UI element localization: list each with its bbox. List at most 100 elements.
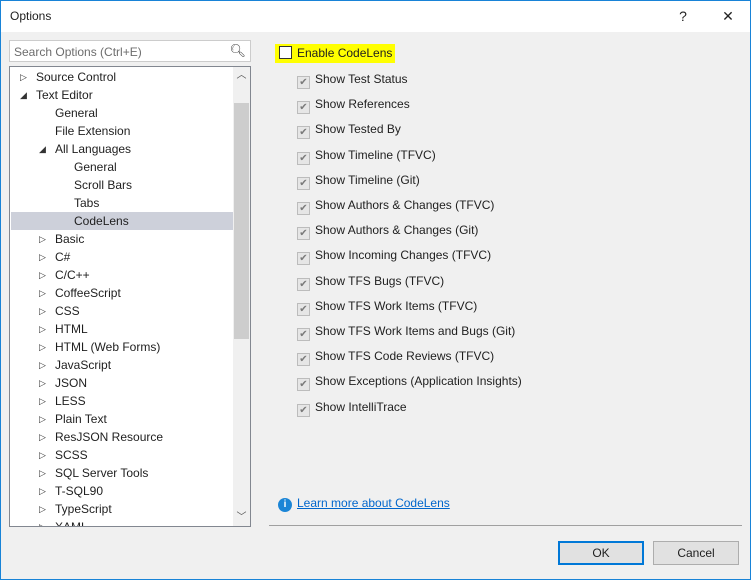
codelens-option-checkbox[interactable]: ✔ Show Authors & Changes (TFVC) bbox=[297, 197, 494, 215]
scroll-up-icon[interactable]: ︿ bbox=[233, 67, 250, 84]
tree-item[interactable]: General bbox=[11, 158, 233, 176]
tree-item[interactable]: ▷ SQL Server Tools bbox=[11, 464, 233, 482]
expanded-arrow-icon[interactable]: ◢ bbox=[39, 140, 46, 158]
checkmark-icon[interactable]: ✔ bbox=[297, 277, 310, 291]
tree-item[interactable]: File Extension bbox=[11, 122, 233, 140]
search-placeholder: Search Options (Ctrl+E) bbox=[14, 45, 142, 59]
codelens-option-checkbox[interactable]: ✔ Show Timeline (TFVC) bbox=[297, 147, 436, 165]
tree-item[interactable]: Scroll Bars bbox=[11, 176, 233, 194]
collapsed-arrow-icon[interactable]: ▷ bbox=[39, 482, 46, 500]
search-icon[interactable]: 🔍︎ bbox=[229, 43, 246, 59]
expanded-arrow-icon[interactable]: ◢ bbox=[20, 86, 27, 104]
codelens-option-checkbox[interactable]: ✔ Show Tested By bbox=[297, 121, 401, 140]
codelens-option-checkbox[interactable]: ✔ Show IntelliTrace bbox=[297, 399, 407, 417]
tree-scrollbar[interactable]: ︿ ﹀ bbox=[233, 67, 250, 526]
tree-item[interactable]: ▷ TypeScript bbox=[11, 500, 233, 518]
tree-item[interactable]: ▷ HTML (Web Forms) bbox=[11, 338, 233, 356]
collapsed-arrow-icon[interactable]: ▷ bbox=[39, 230, 46, 248]
tree-item[interactable]: General bbox=[11, 104, 233, 122]
checkmark-icon[interactable]: ✔ bbox=[297, 302, 310, 316]
collapsed-arrow-icon[interactable]: ▷ bbox=[39, 500, 46, 518]
checkbox-unchecked-icon[interactable] bbox=[279, 46, 292, 59]
tree-item[interactable]: ◢ All Languages bbox=[11, 140, 233, 158]
tree-item[interactable]: ▷ CoffeeScript bbox=[11, 284, 233, 302]
option-label: Show Tested By bbox=[315, 122, 401, 137]
tree-item-label: Scroll Bars bbox=[74, 178, 133, 192]
help-button[interactable]: ? bbox=[671, 5, 695, 27]
tree-item[interactable]: CodeLens bbox=[11, 212, 233, 230]
checkmark-icon[interactable]: ✔ bbox=[297, 328, 310, 341]
collapsed-arrow-icon[interactable]: ▷ bbox=[39, 410, 46, 428]
codelens-option-checkbox[interactable]: ✔ Show Incoming Changes (TFVC) bbox=[297, 247, 491, 266]
codelens-option-checkbox[interactable]: ✔ Show TFS Work Items and Bugs (Git) bbox=[297, 323, 515, 341]
tree-item-label: All Languages bbox=[55, 142, 132, 156]
checkmark-icon[interactable]: ✔ bbox=[297, 353, 310, 367]
tree-item[interactable]: ▷ CSS bbox=[11, 302, 233, 320]
collapsed-arrow-icon[interactable]: ▷ bbox=[39, 518, 46, 526]
tree-item-label: LESS bbox=[55, 394, 86, 408]
collapsed-arrow-icon[interactable]: ▷ bbox=[39, 248, 46, 266]
tree-item[interactable]: ▷ LESS bbox=[11, 392, 233, 410]
collapsed-arrow-icon[interactable]: ▷ bbox=[39, 374, 46, 392]
tree-item[interactable]: ▷ T-SQL90 bbox=[11, 482, 233, 500]
checkmark-icon[interactable]: ✔ bbox=[297, 378, 310, 392]
collapsed-arrow-icon[interactable]: ▷ bbox=[39, 284, 46, 302]
option-label: Show Timeline (TFVC) bbox=[315, 147, 436, 162]
checkmark-icon[interactable]: ✔ bbox=[297, 101, 310, 115]
collapsed-arrow-icon[interactable]: ▷ bbox=[39, 356, 46, 374]
collapsed-arrow-icon[interactable]: ▷ bbox=[39, 392, 46, 410]
option-label: Show Exceptions (Application Insights) bbox=[315, 374, 522, 389]
option-label: Show TFS Bugs (TFVC) bbox=[315, 273, 445, 288]
tree-item-label: ResJSON Resource bbox=[55, 430, 164, 444]
checkmark-icon[interactable]: ✔ bbox=[297, 202, 310, 215]
collapsed-arrow-icon[interactable]: ▷ bbox=[39, 302, 46, 320]
tree-item-label: General bbox=[55, 106, 98, 120]
tree-item[interactable]: ▷ C/C++ bbox=[11, 266, 233, 284]
tree-item[interactable]: ◢ Text Editor bbox=[11, 86, 233, 104]
checkmark-icon[interactable]: ✔ bbox=[297, 227, 310, 241]
tree-item[interactable]: ▷ C# bbox=[11, 248, 233, 266]
tree-item[interactable]: Tabs bbox=[11, 194, 233, 212]
ok-button[interactable]: OK bbox=[558, 541, 644, 565]
search-input[interactable]: Search Options (Ctrl+E) 🔍︎ bbox=[9, 40, 251, 62]
collapsed-arrow-icon[interactable]: ▷ bbox=[39, 266, 46, 284]
tree-item[interactable]: ▷ ResJSON Resource bbox=[11, 428, 233, 446]
collapsed-arrow-icon[interactable]: ▷ bbox=[39, 428, 46, 446]
codelens-option-checkbox[interactable]: ✔ Show TFS Code Reviews (TFVC) bbox=[297, 348, 494, 367]
scrollbar-thumb[interactable] bbox=[234, 103, 249, 339]
tree-item[interactable]: ▷ Source Control bbox=[11, 68, 233, 86]
checkmark-icon[interactable]: ✔ bbox=[297, 76, 310, 89]
cancel-button[interactable]: Cancel bbox=[653, 541, 739, 565]
tree-item[interactable]: ▷ HTML bbox=[11, 320, 233, 338]
collapsed-arrow-icon[interactable]: ▷ bbox=[39, 338, 46, 356]
enable-codelens-label: Enable CodeLens bbox=[297, 46, 393, 60]
tree-item-label: Plain Text bbox=[55, 412, 107, 426]
codelens-option-checkbox[interactable]: ✔ Show Authors & Changes (Git) bbox=[297, 222, 478, 241]
checkmark-icon[interactable]: ✔ bbox=[297, 252, 310, 266]
codelens-option-checkbox[interactable]: ✔ Show References bbox=[297, 96, 410, 115]
tree-item[interactable]: ▷ Basic bbox=[11, 230, 233, 248]
checkmark-icon[interactable]: ✔ bbox=[297, 151, 310, 165]
tree-item[interactable]: ▷ XAML bbox=[11, 518, 233, 526]
collapsed-arrow-icon[interactable]: ▷ bbox=[20, 68, 27, 86]
tree-item[interactable]: ▷ JavaScript bbox=[11, 356, 233, 374]
checkmark-icon[interactable]: ✔ bbox=[297, 126, 310, 140]
tree-item[interactable]: ▷ SCSS bbox=[11, 446, 233, 464]
codelens-option-checkbox[interactable]: ✔ Show Test Status bbox=[297, 71, 408, 89]
tree-item[interactable]: ▷ JSON bbox=[11, 374, 233, 392]
collapsed-arrow-icon[interactable]: ▷ bbox=[39, 320, 46, 338]
collapsed-arrow-icon[interactable]: ▷ bbox=[39, 446, 46, 464]
tree-item[interactable]: ▷ Plain Text bbox=[11, 410, 233, 428]
enable-codelens-checkbox[interactable]: Enable CodeLens bbox=[275, 44, 396, 63]
codelens-option-checkbox[interactable]: ✔ Show TFS Work Items (TFVC) bbox=[297, 298, 477, 316]
checkmark-icon[interactable]: ✔ bbox=[297, 176, 310, 190]
codelens-option-checkbox[interactable]: ✔ Show Exceptions (Application Insights) bbox=[297, 373, 522, 392]
learn-more-link[interactable]: Learn more about CodeLens bbox=[297, 496, 450, 510]
codelens-option-checkbox[interactable]: ✔ Show TFS Bugs (TFVC) bbox=[297, 273, 444, 291]
tree-item-label: JSON bbox=[55, 376, 88, 390]
collapsed-arrow-icon[interactable]: ▷ bbox=[39, 464, 46, 482]
scroll-down-icon[interactable]: ﹀ bbox=[233, 509, 250, 526]
codelens-option-checkbox[interactable]: ✔ Show Timeline (Git) bbox=[297, 172, 420, 190]
close-button[interactable]: ✕ bbox=[716, 5, 740, 27]
checkmark-icon[interactable]: ✔ bbox=[297, 403, 310, 417]
